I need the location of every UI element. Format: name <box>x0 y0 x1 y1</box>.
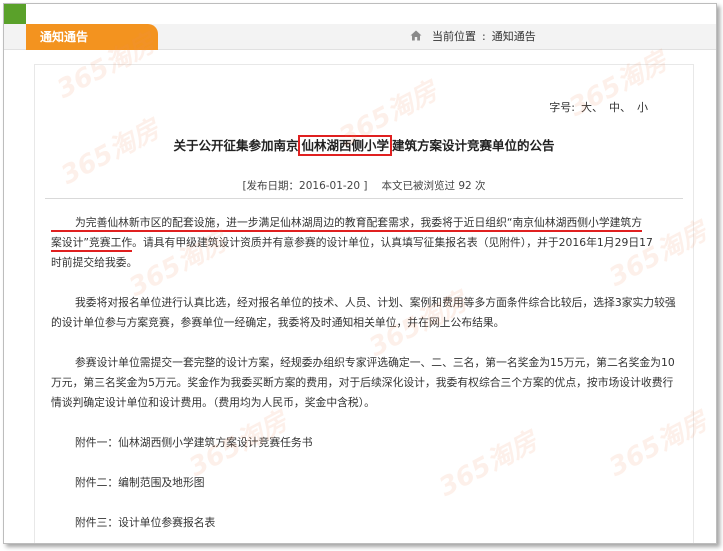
publish-date: [发布日期：2016-01-20 ] <box>242 180 368 192</box>
article-panel: 字号: 大、 中、小 关于公开征集参加南京 仙林湖西侧小学 建筑方案设计竞赛单位的公告 … <box>34 64 694 543</box>
breadcrumb-separator: : <box>482 30 486 43</box>
divider <box>45 198 683 199</box>
section-header: 通知通告 当前位置: 通知通告 <box>4 24 716 50</box>
font-size-switcher: 字号: 大、 中、小 <box>549 99 648 115</box>
breadcrumb-current[interactable]: 通知通告 <box>492 30 536 43</box>
intro-line-3: 时前提交给我委。 <box>51 256 138 269</box>
article-title: 关于公开征集参加南京 仙林湖西侧小学 建筑方案设计竞赛单位的公告 <box>35 135 693 156</box>
paragraph-selection: 我委将对报名单位进行认真比选，经对报名单位的技术、人员、计划、案例和费用等多方面… <box>51 296 676 329</box>
window-frame: 通知通告 当前位置: 通知通告 字号: 大、 中、小 关于公开征集参加南京 仙林湖西侧小… <box>3 3 717 544</box>
breadcrumb-label: 当前位置 <box>432 30 476 43</box>
article-meta: [发布日期：2016-01-20 ] 本文已被浏览过 92 次 <box>35 178 693 193</box>
paragraph-prizes: 参赛设计单位需提交一套完整的设计方案，经规委办组织专家评选确定一、二、三名，第一… <box>51 356 675 409</box>
attachment-1[interactable]: 附件一：仙林湖西侧小学建筑方案设计竞赛任务书 <box>51 433 679 453</box>
font-size-label: 字号: <box>549 101 575 114</box>
font-size-large[interactable]: 大、 <box>581 101 603 114</box>
intro-line-2-underlined: 案设计”竞赛工作 <box>51 236 133 252</box>
intro-line-2-rest: 。请具有甲级建筑设计资质并有意参赛的设计单位，认真填写征集报名表（见附件），并于… <box>132 236 653 249</box>
title-prefix: 关于公开征集参加南京 <box>173 138 299 153</box>
home-icon[interactable] <box>410 30 422 41</box>
breadcrumb: 当前位置: 通知通告 <box>410 24 536 50</box>
paragraph-intro: 为完善仙林新市区的配套设施，进一步满足仙林湖周边的教育配套需求，我委将于近日组织… <box>51 213 679 273</box>
font-size-medium[interactable]: 中、 <box>609 101 631 114</box>
title-highlight: 仙林湖西侧小学 <box>298 135 392 156</box>
tab-notices[interactable]: 通知通告 <box>26 24 158 50</box>
font-size-small[interactable]: 小 <box>637 101 648 114</box>
article-body: 为完善仙林新市区的配套设施，进一步满足仙林湖周边的教育配套需求，我委将于近日组织… <box>51 213 679 543</box>
attachment-3[interactable]: 附件三：设计单位参赛报名表 <box>51 513 679 533</box>
view-count: 本文已被浏览过 92 次 <box>381 180 486 192</box>
attachment-2[interactable]: 附件二：编制范围及地形图 <box>51 473 679 493</box>
title-suffix: 建筑方案设计竞赛单位的公告 <box>392 138 555 153</box>
intro-line-1: 为完善仙林新市区的配套设施，进一步满足仙林湖周边的教育配套需求，我委将于近日组织… <box>51 216 643 232</box>
